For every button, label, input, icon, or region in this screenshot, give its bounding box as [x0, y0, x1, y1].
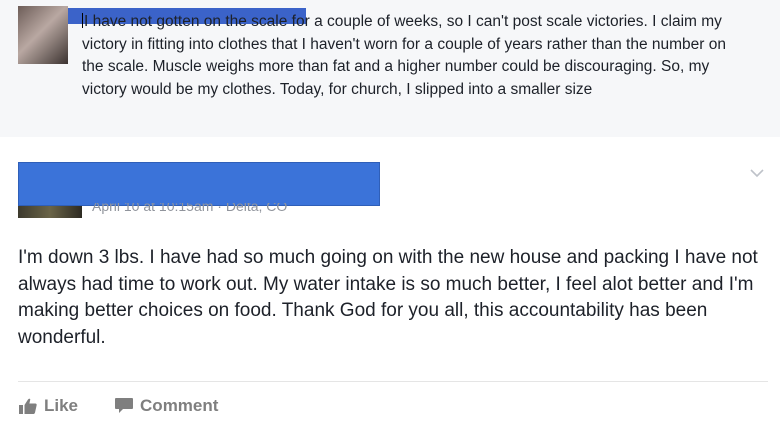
post-timestamp-location[interactable]: April 10 at 10:15am · Delta, CO: [92, 203, 287, 216]
divider: [18, 381, 768, 382]
post-actions: Like Comment: [18, 394, 218, 418]
comment-body: I have not gotten on the scale for a cou…: [82, 13, 726, 98]
like-label: Like: [44, 396, 79, 415]
speech-bubble-icon: [115, 398, 134, 413]
chevron-down-icon[interactable]: [750, 168, 764, 178]
post-meta-text: April 10 at 10:15am · Delta, CO: [92, 203, 288, 214]
thumbs-up-icon: [19, 398, 37, 414]
text-cursor: [82, 13, 83, 28]
like-button[interactable]: Like: [18, 396, 78, 416]
post-author-header: [18, 162, 380, 206]
author-avatar[interactable]: [18, 206, 82, 218]
post-body-text: I'm down 3 lbs. I have had so much going…: [18, 247, 758, 348]
previous-comment: I have not gotten on the scale for a cou…: [0, 0, 780, 137]
redacted-author-name: [18, 162, 380, 206]
comment-text: I have not gotten on the scale for a cou…: [82, 11, 742, 101]
commenter-avatar[interactable]: [18, 6, 68, 64]
comment-button[interactable]: Comment: [114, 396, 218, 416]
comment-label: Comment: [140, 396, 219, 415]
